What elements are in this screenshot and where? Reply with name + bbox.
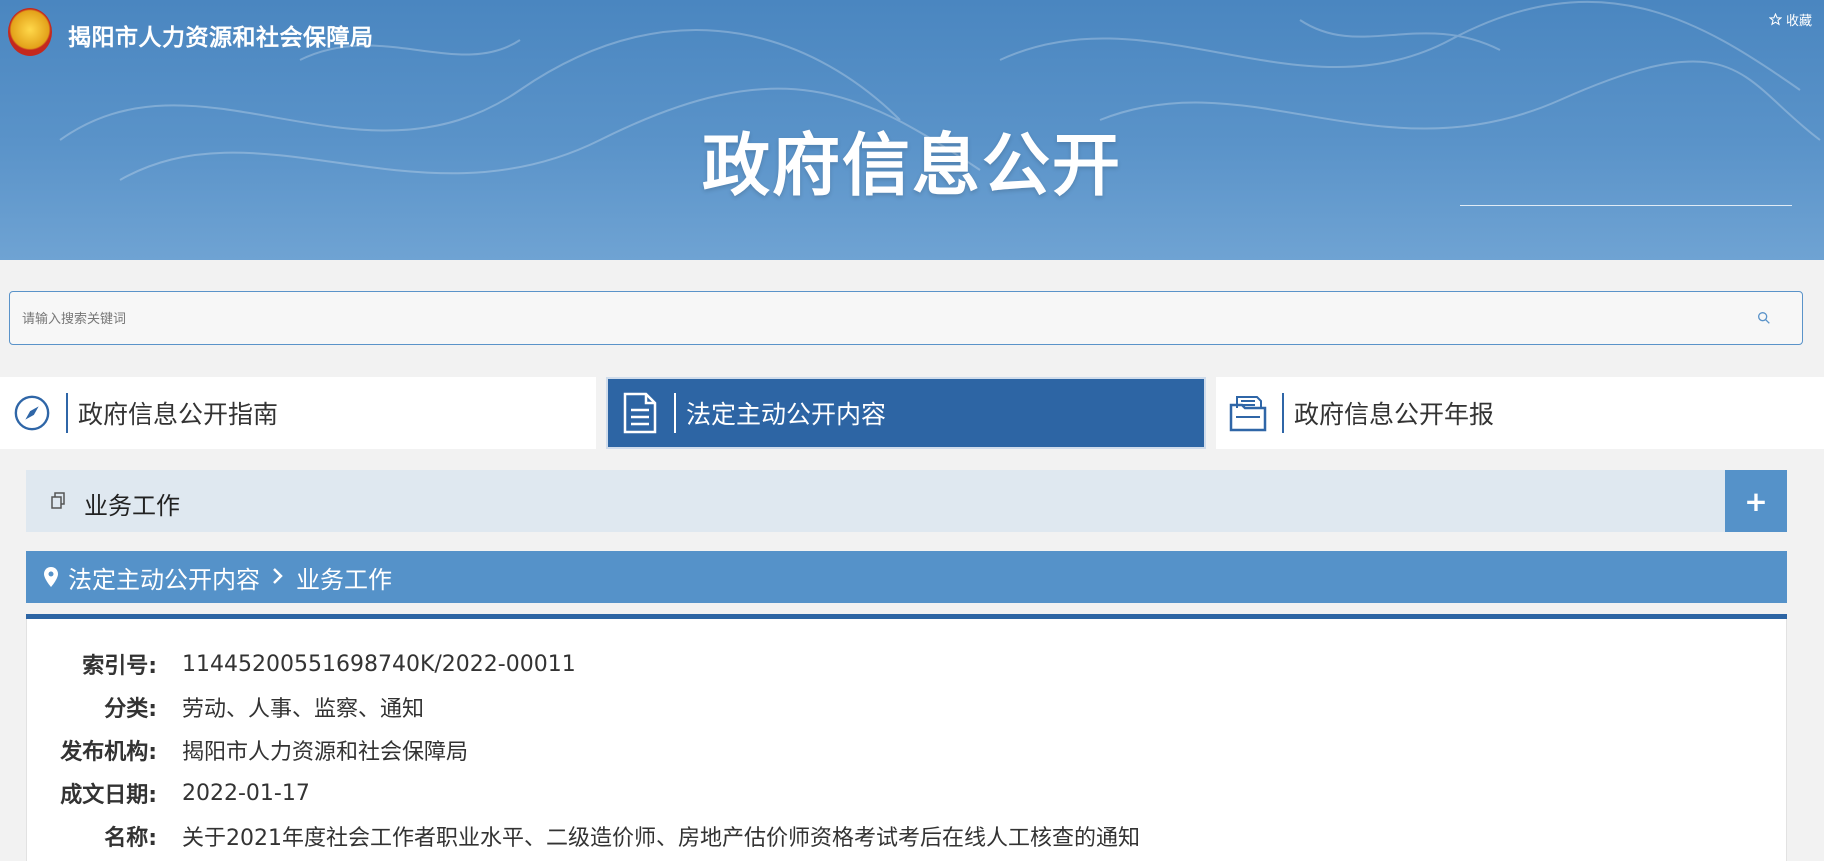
tab-separator	[66, 393, 68, 433]
detail-row-index: 索引号: 11445200551698740K/2022-00011	[27, 644, 576, 684]
tab-label: 法定主动公开内容	[686, 400, 887, 429]
tab-separator	[674, 393, 676, 433]
location-pin-icon	[44, 567, 58, 587]
detail-value: 2022-01-17	[182, 780, 310, 806]
detail-row-date: 成文日期: 2022-01-17	[27, 773, 310, 813]
tab-disclosure-guide[interactable]: 政府信息公开指南	[0, 377, 596, 449]
detail-value: 11445200551698740K/2022-00011	[182, 651, 576, 677]
national-emblem-icon	[8, 8, 52, 56]
compass-icon	[10, 391, 54, 435]
tab-label: 政府信息公开年报	[1294, 400, 1495, 429]
detail-key: 成文日期:	[60, 783, 157, 808]
detail-row-category: 分类: 劳动、人事、监察、通知	[27, 687, 424, 727]
breadcrumb-item-business[interactable]: 业务工作	[296, 560, 392, 595]
category-label: 业务工作	[84, 492, 180, 520]
search-input[interactable]	[20, 292, 1724, 346]
detail-key: 发布机构:	[60, 740, 157, 765]
org-name[interactable]: 揭阳市人力资源和社会保障局	[68, 18, 374, 52]
tab-annual-report[interactable]: 政府信息公开年报	[1216, 377, 1824, 449]
detail-key: 分类:	[104, 697, 157, 722]
breadcrumb-item-statutory[interactable]: 法定主动公开内容	[68, 560, 260, 595]
main-tabs: 政府信息公开指南 法定主动公开内容 政府信息公开年报	[0, 377, 1824, 449]
detail-value: 劳动、人事、监察、通知	[182, 697, 425, 722]
detail-row-publisher: 发布机构: 揭阳市人力资源和社会保障局	[27, 730, 468, 770]
expand-button[interactable]: +	[1725, 470, 1787, 532]
header-banner: 揭阳市人力资源和社会保障局 收藏 政府信息公开	[0, 0, 1824, 260]
detail-key: 索引号:	[82, 654, 157, 679]
category-bar: 业务工作 +	[26, 470, 1787, 532]
folder-icon	[1226, 391, 1270, 435]
detail-value: 关于2021年度社会工作者职业水平、二级造价师、房地产估价师资格考试考后在线人工…	[182, 826, 1140, 851]
detail-key: 名称:	[104, 826, 157, 851]
detail-row-title: 名称: 关于2021年度社会工作者职业水平、二级造价师、房地产估价师资格考试考后…	[27, 816, 1140, 856]
tab-separator	[1282, 393, 1284, 433]
copy-icon	[51, 492, 65, 509]
chevron-right-icon	[272, 563, 284, 591]
banner-divider	[1460, 205, 1792, 206]
search-icon[interactable]	[1756, 310, 1772, 326]
tab-label: 政府信息公开指南	[78, 400, 279, 429]
tab-statutory-content[interactable]: 法定主动公开内容	[606, 377, 1206, 449]
star-icon	[1768, 13, 1782, 26]
document-icon	[618, 391, 662, 435]
document-details: 索引号: 11445200551698740K/2022-00011 分类: 劳…	[26, 619, 1787, 861]
detail-value: 揭阳市人力资源和社会保障局	[182, 740, 469, 765]
favorite-button[interactable]: 收藏	[1768, 10, 1812, 29]
favorite-label: 收藏	[1785, 14, 1812, 29]
search-box	[9, 291, 1803, 346]
breadcrumb: 法定主动公开内容 业务工作	[26, 551, 1787, 603]
page-title: 政府信息公开	[701, 127, 1122, 206]
